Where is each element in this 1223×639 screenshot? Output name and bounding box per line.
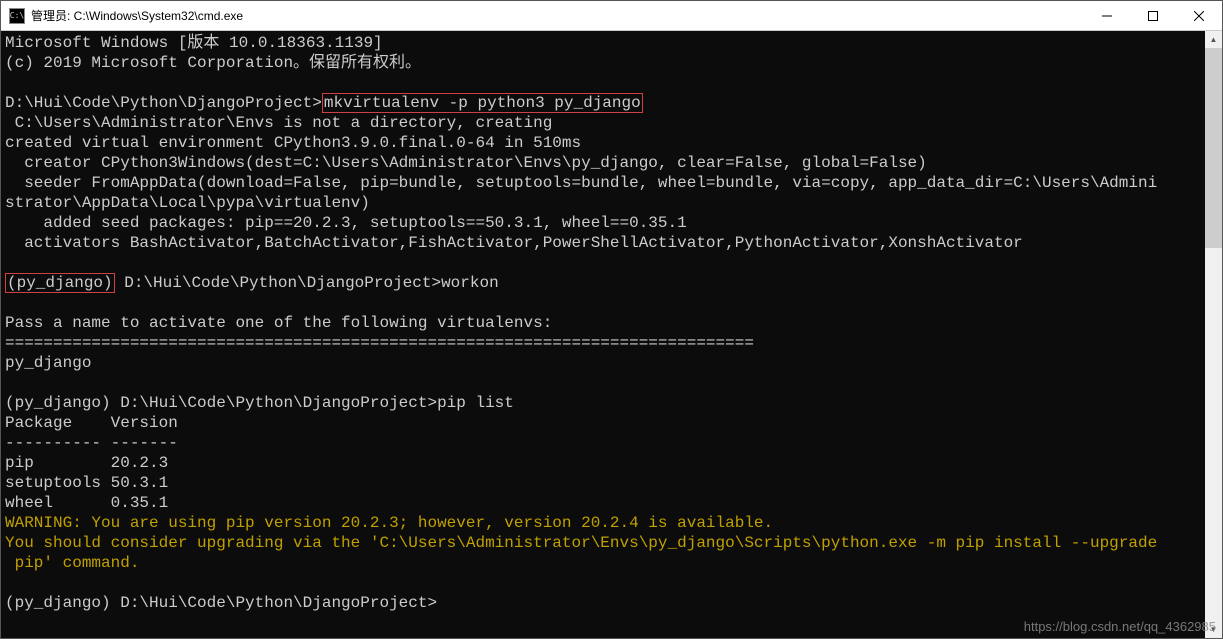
prompt: (py_django) D:\Hui\Code\Python\DjangoPro…: [5, 394, 514, 412]
line: seeder FromAppData(download=False, pip=b…: [5, 174, 1157, 192]
line: ---------- -------: [5, 434, 178, 452]
content-area: Microsoft Windows [版本 10.0.18363.1139] (…: [1, 31, 1222, 638]
window-controls: [1084, 1, 1222, 30]
table-row: pip 20.2.3: [5, 454, 168, 472]
highlight-command: mkvirtualenv -p python3 py_django: [322, 93, 643, 113]
window-title: 管理员: C:\Windows\System32\cmd.exe: [31, 7, 1084, 24]
close-button[interactable]: [1176, 1, 1222, 30]
line: py_django: [5, 354, 91, 372]
prompt: D:\Hui\Code\Python\DjangoProject>workon: [115, 274, 499, 292]
line: C:\Users\Administrator\Envs is not a dir…: [5, 114, 552, 132]
line: Microsoft Windows [版本 10.0.18363.1139]: [5, 34, 383, 52]
terminal-output[interactable]: Microsoft Windows [版本 10.0.18363.1139] (…: [1, 31, 1205, 638]
line: strator\AppData\Local\pypa\virtualenv): [5, 194, 370, 212]
cmd-window: C:\ 管理员: C:\Windows\System32\cmd.exe Mic…: [0, 0, 1223, 639]
warning-line: WARNING: You are using pip version 20.2.…: [5, 514, 773, 532]
line: added seed packages: pip==20.2.3, setupt…: [5, 214, 687, 232]
minimize-button[interactable]: [1084, 1, 1130, 30]
line: ========================================…: [5, 334, 754, 352]
watermark: https://blog.csdn.net/qq_4362985: [1024, 619, 1216, 634]
vertical-scrollbar[interactable]: ▲ ▼: [1205, 31, 1222, 638]
line: Package Version: [5, 414, 178, 432]
table-row: setuptools 50.3.1: [5, 474, 168, 492]
maximize-button[interactable]: [1130, 1, 1176, 30]
scroll-up-icon[interactable]: ▲: [1205, 31, 1222, 48]
line: creator CPython3Windows(dest=C:\Users\Ad…: [5, 154, 927, 172]
line: created virtual environment CPython3.9.0…: [5, 134, 581, 152]
line: Pass a name to activate one of the follo…: [5, 314, 552, 332]
warning-line: You should consider upgrading via the 'C…: [5, 534, 1157, 552]
warning-line: pip' command.: [5, 554, 139, 572]
titlebar[interactable]: C:\ 管理员: C:\Windows\System32\cmd.exe: [1, 1, 1222, 31]
table-row: wheel 0.35.1: [5, 494, 168, 512]
scroll-thumb[interactable]: [1205, 48, 1222, 248]
cmd-icon: C:\: [9, 8, 25, 24]
prompt: (py_django) D:\Hui\Code\Python\DjangoPro…: [5, 594, 437, 612]
line: (c) 2019 Microsoft Corporation。保留所有权利。: [5, 54, 421, 72]
prompt: D:\Hui\Code\Python\DjangoProject>: [5, 94, 322, 112]
highlight-env: (py_django): [5, 273, 115, 293]
scroll-track[interactable]: [1205, 48, 1222, 621]
line: activators BashActivator,BatchActivator,…: [5, 234, 1023, 252]
